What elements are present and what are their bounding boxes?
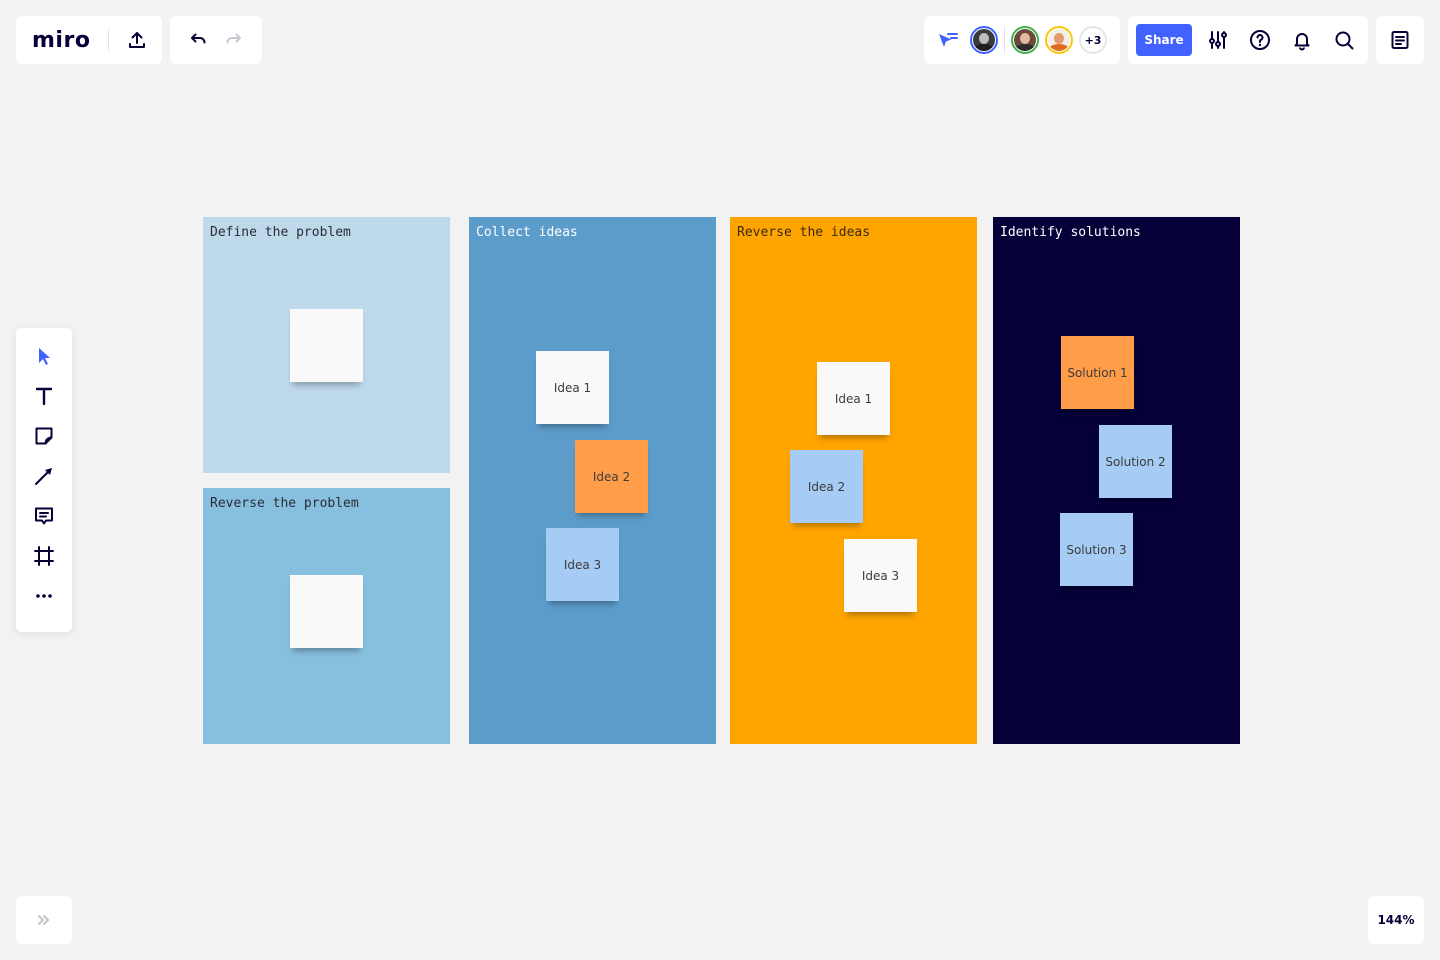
left-toolbar xyxy=(16,328,72,632)
help-icon[interactable] xyxy=(1244,24,1276,56)
sticky-note[interactable]: Idea 1 xyxy=(817,362,890,435)
sticky-note-text: Solution 3 xyxy=(1066,542,1127,557)
board-tools-panel: Share xyxy=(1128,16,1368,64)
select-cursor-icon[interactable] xyxy=(28,340,60,372)
notifications-bell-icon[interactable] xyxy=(1286,24,1318,56)
more-icon[interactable] xyxy=(28,580,60,612)
notes-document-icon[interactable] xyxy=(1384,24,1416,56)
more-collaborators-badge[interactable]: +3 xyxy=(1079,26,1107,54)
frame-title: Reverse the problem xyxy=(210,496,359,511)
frame-reverse-the-ideas[interactable]: Reverse the ideas Idea 1 Idea 2 Idea 3 xyxy=(730,217,977,744)
sticky-note-text: Idea 2 xyxy=(807,479,846,494)
chevrons-right-icon[interactable] xyxy=(28,904,60,936)
frame-reverse-the-problem[interactable]: Reverse the problem xyxy=(203,488,450,744)
frame-identify-solutions[interactable]: Identify solutions Solution 1 Solution 2… xyxy=(993,217,1240,744)
logo-panel: miro xyxy=(16,16,162,64)
export-icon[interactable] xyxy=(125,24,148,56)
text-icon[interactable] xyxy=(28,380,60,412)
sticky-note[interactable] xyxy=(290,309,363,382)
frame-collect-ideas[interactable]: Collect ideas Idea 1 Idea 2 Idea 3 xyxy=(469,217,716,744)
avatar-1[interactable] xyxy=(970,26,998,54)
frame-title: Collect ideas xyxy=(476,225,578,240)
avatar-2[interactable] xyxy=(1011,26,1039,54)
zoom-level[interactable]: 144% xyxy=(1368,896,1424,944)
settings-sliders-icon[interactable] xyxy=(1202,24,1234,56)
miro-logo[interactable]: miro xyxy=(32,28,90,53)
sticky-note-text: Idea 2 xyxy=(592,469,631,484)
sticky-note[interactable]: Idea 3 xyxy=(546,528,619,601)
sticky-note-text: Solution 1 xyxy=(1067,365,1128,380)
expand-panel xyxy=(16,896,72,944)
history-panel xyxy=(170,16,262,64)
redo-icon[interactable] xyxy=(218,24,250,56)
sticky-note-text: Idea 3 xyxy=(861,568,900,583)
comment-icon[interactable] xyxy=(28,500,60,532)
sticky-note[interactable]: Idea 2 xyxy=(575,440,648,513)
frame-title: Identify solutions xyxy=(1000,225,1141,240)
sticky-note-text: Idea 3 xyxy=(563,557,602,572)
sticky-note[interactable]: Solution 2 xyxy=(1099,425,1172,498)
sticky-note[interactable]: Idea 3 xyxy=(844,539,917,612)
arrow-line-icon[interactable] xyxy=(28,460,60,492)
sticky-note[interactable]: Idea 2 xyxy=(790,450,863,523)
divider xyxy=(1004,27,1005,53)
avatar-3[interactable] xyxy=(1045,26,1073,54)
sticky-note-text: Idea 1 xyxy=(834,391,873,406)
frame-icon[interactable] xyxy=(28,540,60,572)
frame-define-the-problem[interactable]: Define the problem xyxy=(203,217,450,473)
notes-panel xyxy=(1376,16,1424,64)
sticky-note[interactable] xyxy=(290,575,363,648)
sticky-note-icon[interactable] xyxy=(28,420,60,452)
sticky-note[interactable]: Solution 3 xyxy=(1060,513,1133,586)
sticky-note[interactable]: Idea 1 xyxy=(536,351,609,424)
undo-icon[interactable] xyxy=(182,24,214,56)
cursor-follow-icon[interactable] xyxy=(934,24,962,56)
frame-title: Reverse the ideas xyxy=(737,225,871,240)
sticky-note-text: Solution 2 xyxy=(1105,454,1166,469)
frame-title: Define the problem xyxy=(210,225,351,240)
sticky-note[interactable]: Solution 1 xyxy=(1061,336,1134,409)
divider xyxy=(108,29,110,51)
search-icon[interactable] xyxy=(1328,24,1360,56)
collaborators-panel: +3 xyxy=(924,16,1120,64)
share-button[interactable]: Share xyxy=(1136,24,1192,56)
sticky-note-text: Idea 1 xyxy=(553,380,592,395)
